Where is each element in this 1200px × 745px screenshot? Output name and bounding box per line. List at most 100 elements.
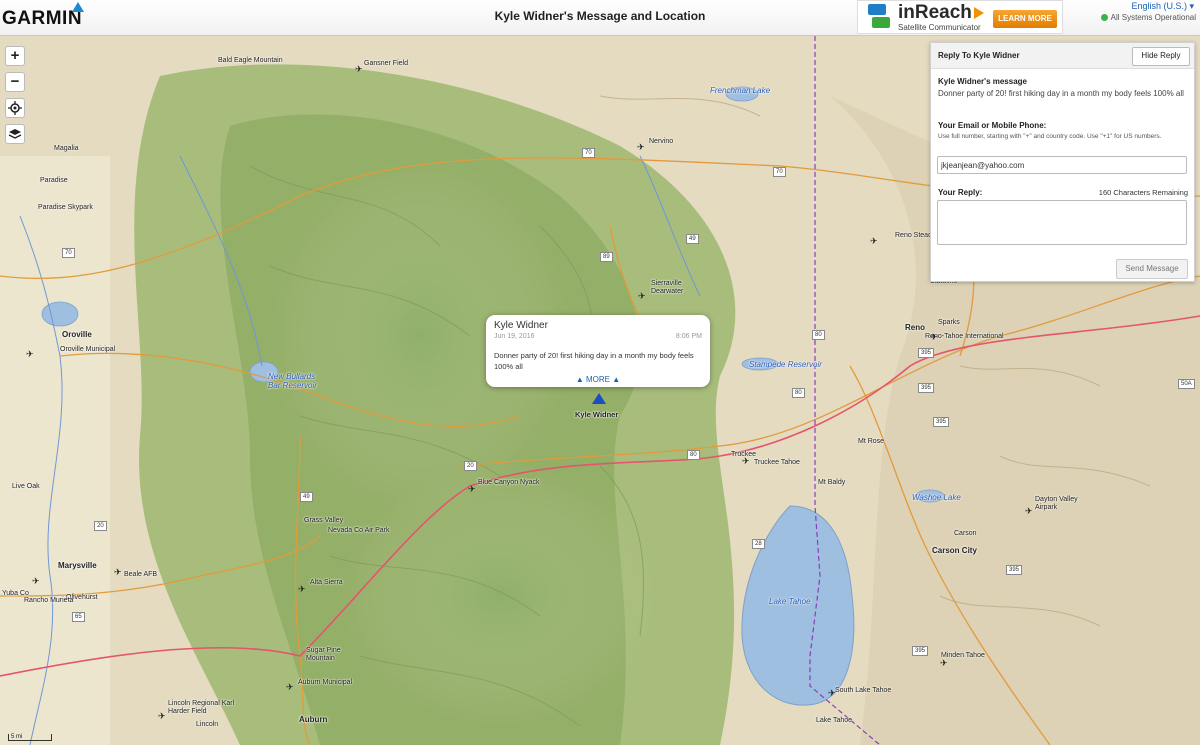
place-label: Reno — [905, 323, 925, 332]
place-label: Alta Sierra — [310, 579, 343, 586]
route-shield: 49 — [300, 492, 313, 502]
location-marker-icon[interactable] — [592, 393, 606, 404]
water-label: Washoe Lake — [912, 493, 961, 502]
place-label: Reno Stead — [895, 232, 932, 239]
place-label: Dayton Valley Airpark — [1035, 496, 1078, 511]
place-label: Sierraville Dearwater — [651, 280, 684, 295]
place-label: Paradise Skypark — [38, 204, 93, 211]
airport-icon: ✈ — [114, 567, 122, 577]
route-shield: 89 — [600, 252, 613, 262]
place-label: Auburn — [299, 715, 328, 724]
place-label: Live Oak — [12, 483, 40, 490]
airport-icon: ✈ — [1025, 506, 1033, 516]
place-label: Lincoln — [196, 721, 219, 728]
route-shield: 70 — [773, 167, 786, 177]
arrow-icon — [974, 7, 984, 19]
inreach-ad-banner[interactable]: inReach Satellite Communicator LEARN MOR… — [857, 0, 1063, 34]
airport-icon: ✈ — [930, 332, 938, 342]
ad-tagline: Satellite Communicator — [898, 23, 981, 32]
ad-brand: inReach — [898, 2, 972, 23]
chat-bubbles-icon — [868, 4, 892, 30]
more-link[interactable]: ▲ MORE ▲ — [486, 375, 710, 384]
route-shield: 20 — [94, 521, 107, 531]
route-shield: 395 — [912, 646, 929, 656]
layers-button[interactable] — [5, 124, 25, 144]
reply-panel-title: Reply To Kyle Widner — [938, 51, 1020, 60]
place-label: Truckee Tahoe — [754, 459, 800, 466]
place-label: Blue Canyon Nyack — [478, 479, 540, 486]
water-label: Frenchman Lake — [710, 86, 771, 95]
place-label: Lincoln Regional Karl Harder Field — [168, 700, 235, 715]
water-label: Lake Tahoe — [769, 597, 811, 606]
water-label: New Bullards Bar Reservoir — [268, 372, 317, 390]
place-label: Mt Baldy — [818, 479, 846, 486]
crosshair-icon — [8, 101, 22, 115]
place-label: Lake Tahoe — [816, 717, 853, 724]
garmin-logo[interactable]: GARMIN — [2, 2, 84, 30]
route-shield: 395 — [918, 348, 935, 358]
zoom-out-button[interactable]: − — [5, 72, 25, 92]
place-label: Gansner Field — [364, 60, 408, 67]
locate-button[interactable] — [5, 98, 25, 118]
message-popup[interactable]: Kyle Widner Jun 19, 2016 8:06 PM Donner … — [486, 315, 710, 387]
learn-more-button[interactable]: LEARN MORE — [993, 10, 1057, 28]
status-ok-icon — [1100, 14, 1108, 21]
place-label: Paradise — [40, 177, 68, 184]
place-label: Auburn Municipal — [298, 679, 353, 686]
hide-reply-button[interactable]: Hide Reply — [1132, 47, 1190, 66]
characters-remaining: 160 Characters Remaining — [1098, 188, 1188, 197]
place-label: Beale AFB — [124, 571, 158, 578]
email-field[interactable]: jkjeanjean@yahoo.com — [937, 156, 1187, 174]
route-shield: 395 — [933, 417, 950, 427]
place-label: Rancho Murieta — [24, 597, 74, 604]
place-label: Grass Valley — [304, 517, 344, 524]
airport-icon: ✈ — [742, 456, 750, 466]
place-label: South Lake Tahoe — [835, 687, 892, 694]
place-label: Sugar Pine Mountain — [306, 647, 341, 662]
route-shield: 80 — [812, 330, 825, 340]
airport-icon: ✈ — [298, 584, 306, 594]
system-status-text: All Systems Operational — [1110, 13, 1196, 22]
place-label: Yuba Co — [2, 590, 29, 597]
send-message-button[interactable]: Send Message — [1116, 259, 1188, 279]
reply-panel-header: Reply To Kyle Widner Hide Reply — [931, 43, 1194, 69]
place-label: Nevada Co Air Park — [328, 527, 390, 534]
language-selector[interactable]: English (U.S.) ▾ — [1131, 1, 1194, 12]
popup-date: Jun 19, 2016 — [494, 333, 535, 340]
airport-icon: ✈ — [26, 349, 34, 359]
place-label: Marysville — [58, 561, 97, 570]
airport-icon: ✈ — [828, 688, 836, 698]
route-shield: 28 — [752, 539, 765, 549]
reply-panel: Reply To Kyle Widner Hide Reply Kyle Wid… — [930, 42, 1195, 282]
airport-icon: ✈ — [158, 711, 166, 721]
garmin-triangle-icon — [72, 2, 84, 12]
place-label: Mt Rose — [858, 438, 885, 445]
system-status[interactable]: All Systems Operational — [1100, 13, 1196, 22]
airport-icon: ✈ — [638, 291, 646, 301]
zoom-in-button[interactable]: + — [5, 46, 25, 66]
place-label: Oroville Municipal — [60, 346, 116, 353]
route-shield: 70 — [62, 248, 75, 258]
original-message: Donner party of 20! first hiking day in … — [938, 89, 1184, 98]
route-shield: 65 — [72, 612, 85, 622]
route-shield: 80 — [687, 450, 700, 460]
layers-icon — [8, 129, 22, 139]
airport-icon: ✈ — [286, 682, 294, 692]
place-label: Magalia — [54, 145, 79, 152]
top-header: GARMIN Kyle Widner's Message and Locatio… — [0, 0, 1200, 36]
reply-label: Your Reply: — [938, 188, 983, 197]
airport-icon: ✈ — [468, 484, 476, 494]
contact-hint: Use full number, starting with "+" and c… — [938, 133, 1162, 140]
airport-icon: ✈ — [32, 576, 40, 586]
route-shield: 20 — [464, 461, 477, 471]
contact-label: Your Email or Mobile Phone: — [938, 121, 1047, 130]
map-scale: 5 mi — [8, 734, 52, 741]
airport-icon: ✈ — [870, 236, 878, 246]
route-shield: 70 — [582, 148, 595, 158]
water-label: Stampede Reservoir — [749, 360, 822, 369]
marker-label: Kyle Widner — [575, 410, 619, 419]
reply-textarea[interactable] — [937, 200, 1187, 245]
airport-icon: ✈ — [355, 64, 363, 74]
popup-time: 8:06 PM — [675, 333, 702, 340]
place-label: Carson City — [932, 546, 977, 555]
